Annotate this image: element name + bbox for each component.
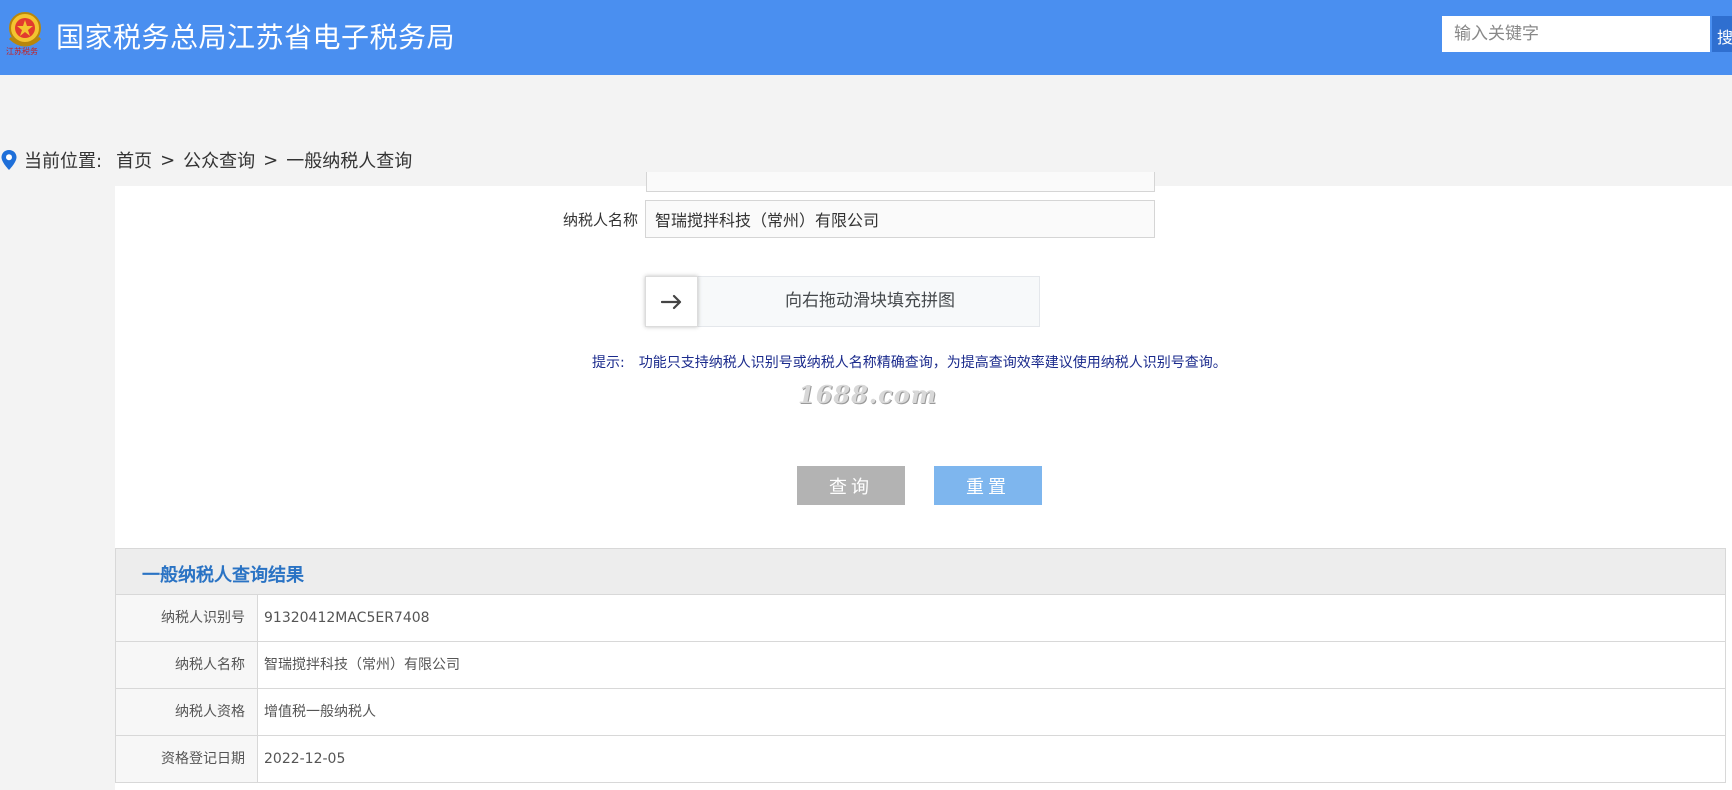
taxpayer-id-input-partial[interactable] — [646, 172, 1155, 192]
breadcrumb-public-query[interactable]: 公众查询 — [183, 147, 255, 173]
result-title: 一般纳税人查询结果 — [142, 565, 304, 586]
hint-text: 功能只支持纳税人识别号或纳税人名称精确查询，为提高查询效率建议使用纳税人识别号查… — [638, 355, 1227, 371]
result-row: 纳税人识别号 91320412MAC5ER7408 — [115, 595, 1726, 642]
result-row-label: 纳税人识别号 — [116, 595, 258, 641]
captcha-slider-text: 向右拖动滑块填充拼图 — [785, 291, 955, 311]
result-row-label: 纳税人名称 — [116, 642, 258, 688]
result-row-value: 2022-12-05 — [264, 751, 346, 767]
breadcrumb-separator: > — [263, 149, 279, 171]
result-row-label: 资格登记日期 — [116, 736, 258, 782]
location-pin-icon — [1, 150, 17, 170]
captcha-slider-handle[interactable] — [645, 276, 698, 327]
breadcrumb: 当前位置: 首页 > 公众查询 > 一般纳税人查询 — [0, 146, 412, 174]
search-button[interactable]: 搜 — [1712, 16, 1732, 52]
query-hint: 提示: 功能只支持纳税人识别号或纳税人名称精确查询，为提高查询效率建议使用纳税人识… — [592, 352, 1227, 372]
arrow-right-icon — [660, 294, 681, 309]
search-input[interactable] — [1442, 16, 1710, 52]
taxpayer-name-label: 纳税人名称 — [562, 211, 638, 229]
taxpayer-name-input[interactable] — [645, 200, 1155, 238]
search-button-label: 搜 — [1717, 30, 1732, 47]
top-header: 江苏税务 国家税务总局江苏省电子税务局 搜 — [0, 0, 1732, 75]
breadcrumb-home[interactable]: 首页 — [116, 147, 152, 173]
reset-button[interactable]: 重置 — [934, 466, 1042, 505]
result-row-value: 91320412MAC5ER7408 — [264, 610, 430, 626]
logo-text: 江苏税务 — [6, 47, 38, 56]
result-row-value: 智瑞搅拌科技（常州）有限公司 — [264, 657, 460, 673]
result-header: 一般纳税人查询结果 — [115, 548, 1726, 595]
result-row: 纳税人名称 智瑞搅拌科技（常州）有限公司 — [115, 642, 1726, 689]
hint-label: 提示: — [592, 355, 625, 371]
breadcrumb-separator: > — [160, 149, 176, 171]
query-button[interactable]: 查询 — [797, 466, 905, 505]
result-row-label: 纳税人资格 — [116, 689, 258, 735]
breadcrumb-prefix: 当前位置: — [24, 151, 103, 172]
breadcrumb-current: 一般纳税人查询 — [286, 151, 413, 172]
watermark: 1688.com — [798, 380, 938, 409]
result-row-value: 增值税一般纳税人 — [264, 704, 376, 720]
result-row: 资格登记日期 2022-12-05 — [115, 736, 1726, 783]
result-row: 纳税人资格 增值税一般纳税人 — [115, 689, 1726, 736]
site-title: 国家税务总局江苏省电子税务局 — [56, 21, 456, 54]
